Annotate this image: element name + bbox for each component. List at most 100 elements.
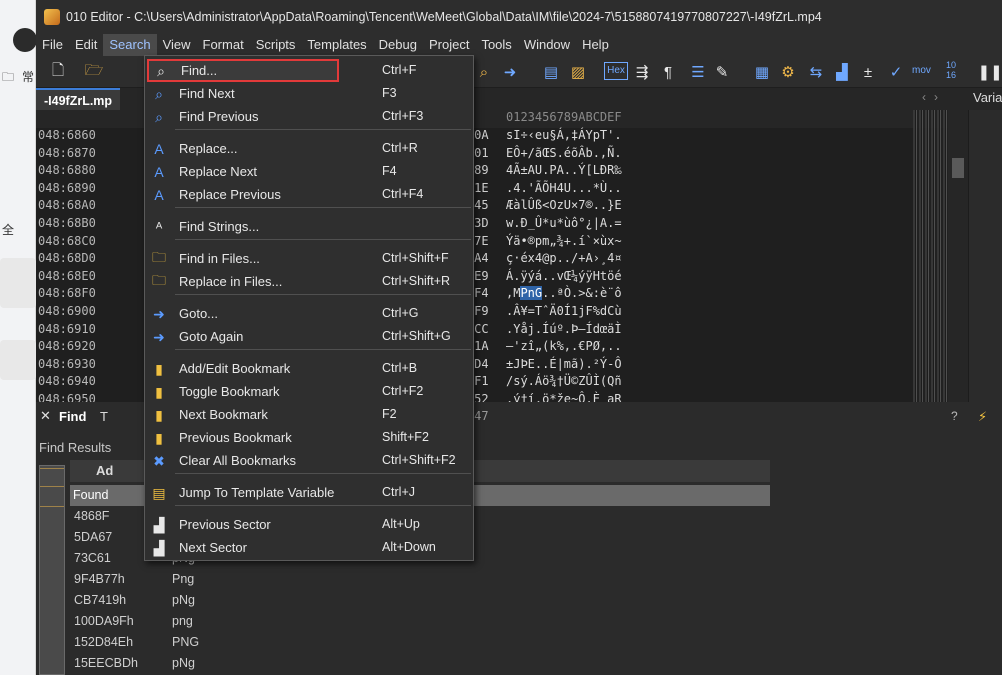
template-variable-icon: ▤ bbox=[152, 484, 166, 501]
search-menu-item[interactable]: ⌕ Find Previous Ctrl+F3 bbox=[145, 105, 473, 128]
menu-window[interactable]: Window bbox=[518, 34, 576, 56]
menu-templates[interactable]: Templates bbox=[301, 34, 372, 56]
menu-debug[interactable]: Debug bbox=[373, 34, 423, 56]
search-menu-item[interactable]: ➜ Goto Again Ctrl+Shift+G bbox=[145, 325, 473, 348]
menu-separator bbox=[175, 473, 471, 474]
hex-chars[interactable]: ç·éx4@p../+A›¸4¤ bbox=[506, 251, 622, 265]
sum-icon[interactable]: ± bbox=[858, 62, 878, 82]
search-menu-item[interactable]: ✖ Clear All Bookmarks Ctrl+Shift+F2 bbox=[145, 449, 473, 472]
inspector-icon[interactable]: ⚙ bbox=[778, 62, 798, 82]
list-view-icon[interactable]: ☰ bbox=[688, 62, 708, 82]
menu-edit[interactable]: Edit bbox=[69, 34, 103, 56]
checksum-icon[interactable]: ✓ bbox=[886, 62, 906, 82]
hex-chars[interactable]: .4.'ÃÕH4U...*Ù.. bbox=[506, 181, 622, 195]
histogram-icon[interactable]: ▟ bbox=[832, 62, 852, 82]
search-menu-item[interactable]: ⌕ Find... Ctrl+F bbox=[147, 59, 416, 82]
search-menu-item[interactable]: ▟ Next Sector Alt+Down bbox=[145, 536, 473, 559]
new-file-icon[interactable]: 🗋 bbox=[48, 62, 68, 82]
result-row[interactable]: CB7419h pNg bbox=[70, 590, 770, 611]
variables-pane bbox=[968, 110, 1002, 402]
toggle-bookmark-icon: ▮ bbox=[155, 383, 163, 400]
hex-address: 048:6880 bbox=[38, 163, 96, 178]
pause-icon[interactable]: ❚❚ bbox=[977, 62, 1002, 82]
result-row[interactable]: 15EECBDh pNg bbox=[70, 653, 770, 674]
search-menu-item[interactable]: ▮ Previous Bookmark Shift+F2 bbox=[145, 426, 473, 449]
background-glyph: 全 bbox=[2, 223, 15, 237]
search-menu-item[interactable]: ▤ Jump To Template Variable Ctrl+J bbox=[145, 481, 473, 504]
file-tab[interactable]: -I49fZrL.mp bbox=[36, 88, 121, 110]
hex-scrollbar[interactable] bbox=[948, 110, 968, 402]
calculator-icon[interactable]: ▦ bbox=[752, 62, 772, 82]
result-row[interactable]: 9F4B77h Png bbox=[70, 569, 770, 590]
hex-chars[interactable]: .Yåj.Íúº.Þ–ÍdœäÌ bbox=[506, 322, 622, 336]
hex-chars[interactable]: .Â¥=TˆÄ0Í1jF%dCù bbox=[506, 304, 622, 318]
search-menu-item[interactable]: ▮ Next Bookmark F2 bbox=[145, 403, 473, 426]
hex-chars[interactable]: /sý.Áö¾†Ü©ZÛÌ(Qñ bbox=[506, 374, 622, 388]
menu-scripts[interactable]: Scripts bbox=[250, 34, 302, 56]
edit-as-icon[interactable]: ▤ bbox=[541, 62, 561, 82]
mov-label[interactable]: mov bbox=[912, 65, 931, 76]
columns-icon[interactable]: ⇶ bbox=[632, 62, 652, 82]
highlight-icon[interactable]: ✎ bbox=[712, 62, 732, 82]
search-menu-item[interactable]: A Replace Next F4 bbox=[145, 160, 473, 183]
search-menu-item[interactable]: ⌕ Find Next F3 bbox=[145, 82, 473, 105]
search-menu-item[interactable]: 🗀 Find in Files... Ctrl+Shift+F bbox=[145, 247, 473, 270]
menu-item-label: Previous Sector bbox=[179, 517, 271, 532]
result-address: 5DA67 bbox=[74, 530, 113, 544]
hex-address: 048:6920 bbox=[38, 339, 96, 354]
find-panel-tab[interactable]: T bbox=[100, 409, 108, 424]
close-find-panel-icon[interactable]: ✕ bbox=[40, 408, 51, 424]
menu-tools[interactable]: Tools bbox=[475, 34, 517, 56]
result-row[interactable]: 100DA9Fh png bbox=[70, 611, 770, 632]
menu-view[interactable]: View bbox=[157, 34, 197, 56]
title-bar[interactable]: 010 Editor - C:\Users\Administrator\AppD… bbox=[36, 0, 1002, 34]
search-menu-item[interactable]: 🗀 Replace in Files... Ctrl+Shift+R bbox=[145, 270, 473, 293]
find-toolbar-icon[interactable]: ⌕ bbox=[474, 62, 494, 82]
search-menu-item[interactable]: A Replace... Ctrl+R bbox=[145, 137, 473, 160]
menu-item-shortcut: Ctrl+F4 bbox=[382, 187, 424, 201]
search-menu-item[interactable]: ➜ Goto... Ctrl+G bbox=[145, 302, 473, 325]
menu-item-shortcut: Ctrl+F2 bbox=[382, 384, 424, 398]
script-icon[interactable]: ▨ bbox=[568, 62, 588, 82]
lightning-icon[interactable]: ⚡ bbox=[978, 409, 987, 425]
scrollbar-thumb[interactable] bbox=[952, 158, 964, 178]
compare-icon[interactable]: ⇆ bbox=[806, 62, 826, 82]
hex-chars[interactable]: Ýä•®pm„¾+.í`×ùx~ bbox=[506, 234, 622, 248]
goto-again-icon: ➜ bbox=[153, 328, 165, 345]
search-menu-item[interactable]: ᴬ Find Strings... bbox=[145, 215, 473, 238]
address-column-header[interactable]: Ad bbox=[96, 463, 113, 478]
hex-chars[interactable]: ,MPnG..ªÒ.>&:è¨ô bbox=[506, 286, 622, 301]
menu-search[interactable]: Search bbox=[103, 34, 157, 56]
hex-address: 048:68F0 bbox=[38, 286, 96, 301]
menu-file[interactable]: File bbox=[36, 34, 69, 56]
hex-chars[interactable]: ±JÞE..É|mã).²Ý-Ô bbox=[506, 357, 622, 371]
hex-chars[interactable]: Á.ÿýá..vŒ¼ýÿHtöé bbox=[506, 269, 622, 283]
hex-chars[interactable]: ÆàlÛß<OzU×7®..}E bbox=[506, 198, 622, 212]
menu-project[interactable]: Project bbox=[423, 34, 475, 56]
hex-chars[interactable]: sI÷‹eu§Á‚‡ÁYpT'. bbox=[506, 128, 622, 142]
help-icon[interactable]: ? bbox=[951, 409, 958, 423]
search-menu-item[interactable]: ▟ Previous Sector Alt+Up bbox=[145, 513, 473, 536]
search-menu-item[interactable]: ▮ Add/Edit Bookmark Ctrl+B bbox=[145, 357, 473, 380]
pilcrow-icon[interactable]: ¶ bbox=[658, 62, 678, 82]
menu-item-label: Replace Previous bbox=[179, 187, 281, 202]
tab-scroll-arrows-icon[interactable]: ‹› bbox=[922, 90, 946, 104]
open-folder-icon[interactable]: 🗁 bbox=[84, 62, 104, 82]
menu-help[interactable]: Help bbox=[576, 34, 615, 56]
menu-format[interactable]: Format bbox=[197, 34, 250, 56]
variables-panel-label[interactable]: Varia bbox=[973, 90, 1002, 105]
base-convert-label[interactable]: 10 16 bbox=[940, 60, 962, 80]
search-menu-item[interactable]: A Replace Previous Ctrl+F4 bbox=[145, 183, 473, 206]
search-menu-item[interactable]: ▮ Toggle Bookmark Ctrl+F2 bbox=[145, 380, 473, 403]
menu-bar: File Edit Search View Format Scripts Tem… bbox=[36, 34, 1002, 56]
hex-chars[interactable]: 4Ã±AU.PA..Ý[LÐR‰ bbox=[506, 163, 622, 177]
hex-mode-button[interactable]: Hex bbox=[604, 62, 628, 80]
hex-chars[interactable]: w.Ð_Û*u*ùô°¿|A.= bbox=[506, 216, 622, 230]
menu-item-label: Jump To Template Variable bbox=[179, 485, 335, 500]
selected-chars[interactable]: PnG bbox=[520, 286, 543, 301]
replace-in-files-icon: 🗀 bbox=[152, 272, 166, 288]
hex-chars[interactable]: EÔ+/ãŒS.éõÂb.‚Ñ. bbox=[506, 146, 622, 160]
goto-toolbar-icon[interactable]: ➜ bbox=[500, 62, 520, 82]
hex-chars[interactable]: —'zî„(k%‚.€PØ‚.. bbox=[506, 339, 622, 353]
result-row[interactable]: 152D84Eh PNG bbox=[70, 632, 770, 653]
